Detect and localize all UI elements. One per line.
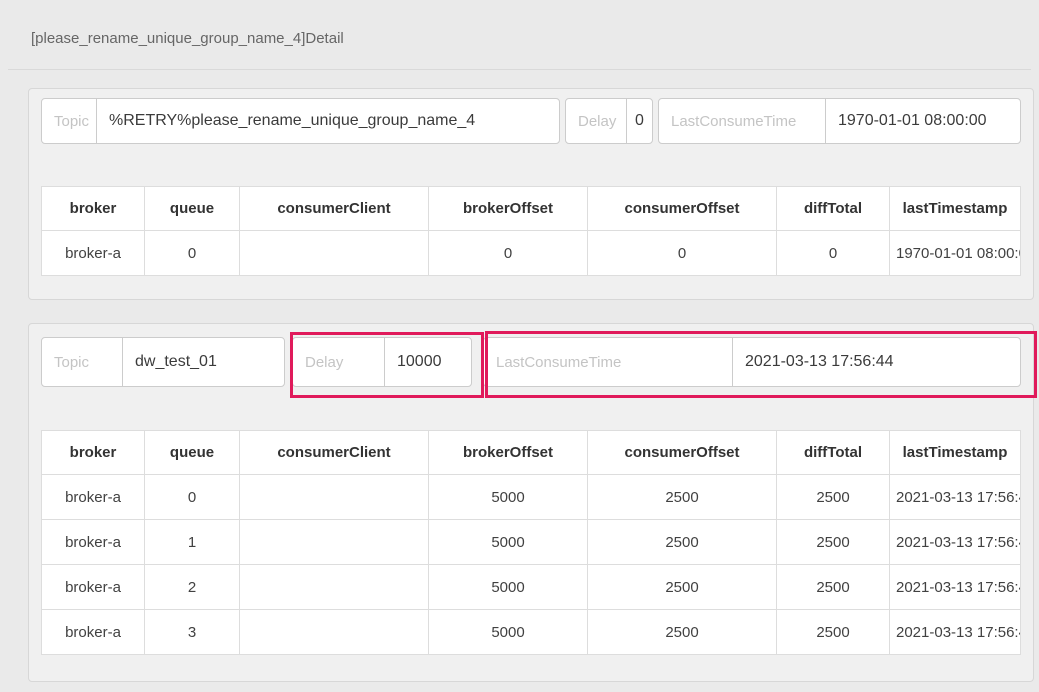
- column-header-diffTotal: diffTotal: [777, 187, 890, 231]
- table-cell: [240, 475, 429, 520]
- table-cell: 2500: [588, 475, 777, 520]
- title-divider: [8, 69, 1031, 70]
- topic-value: dw_test_01: [122, 337, 285, 387]
- topic-fields-row: Topic dw_test_01 Delay 10000 LastConsume…: [41, 337, 1021, 387]
- last-consume-time-field: LastConsumeTime 1970-01-01 08:00:00: [653, 98, 1021, 144]
- table-cell: 0: [145, 231, 240, 276]
- delay-value: 10000: [384, 337, 472, 387]
- table-row: broker-a00001970-01-01 08:00:00: [42, 231, 1021, 276]
- delay-value: 0: [626, 98, 653, 144]
- table-cell: 2021-03-13 17:56:44: [890, 565, 1021, 610]
- table-cell: 5000: [429, 610, 588, 655]
- table-cell: 2500: [588, 610, 777, 655]
- column-header-queue: queue: [145, 431, 240, 475]
- table-cell: 2021-03-13 17:56:44: [890, 475, 1021, 520]
- delay-field: Delay 0: [560, 98, 653, 144]
- table-cell: [240, 231, 429, 276]
- table-cell: broker-a: [42, 520, 145, 565]
- column-header-lastTimestamp: lastTimestamp: [890, 431, 1021, 475]
- topic-label: Topic: [41, 337, 123, 387]
- delay-field: Delay 10000: [285, 337, 472, 387]
- delay-label: Delay: [565, 98, 627, 144]
- table-cell: 1: [145, 520, 240, 565]
- column-header-consumerClient: consumerClient: [240, 187, 429, 231]
- column-header-lastTimestamp: lastTimestamp: [890, 187, 1021, 231]
- table-cell: 2500: [777, 520, 890, 565]
- column-header-consumerOffset: consumerOffset: [588, 431, 777, 475]
- table-cell: broker-a: [42, 231, 145, 276]
- retry-topic-panel: Topic %RETRY%please_rename_unique_group_…: [28, 88, 1034, 300]
- table-cell: 2: [145, 565, 240, 610]
- table-header-row: brokerqueueconsumerClientbrokerOffsetcon…: [42, 431, 1021, 475]
- table-cell: 5000: [429, 475, 588, 520]
- delay-label: Delay: [292, 337, 385, 387]
- column-header-broker: broker: [42, 431, 145, 475]
- page-title: [please_rename_unique_group_name_4]Detai…: [31, 30, 344, 47]
- last-consume-time-label: LastConsumeTime: [483, 337, 733, 387]
- table-cell: 2500: [777, 475, 890, 520]
- table-cell: 2021-03-13 17:56:44: [890, 520, 1021, 565]
- table-cell: 0: [777, 231, 890, 276]
- table-row: broker-a15000250025002021-03-13 17:56:44: [42, 520, 1021, 565]
- table-cell: 2500: [588, 520, 777, 565]
- table-header-row: brokerqueueconsumerClientbrokerOffsetcon…: [42, 187, 1021, 231]
- table-row: broker-a35000250025002021-03-13 17:56:44: [42, 610, 1021, 655]
- column-header-queue: queue: [145, 187, 240, 231]
- table-cell: broker-a: [42, 565, 145, 610]
- table-cell: 2021-03-13 17:56:44: [890, 610, 1021, 655]
- table-cell: 0: [429, 231, 588, 276]
- dw-test-topic-panel: Topic dw_test_01 Delay 10000 LastConsume…: [28, 323, 1034, 682]
- table-cell: 0: [588, 231, 777, 276]
- table-row: broker-a25000250025002021-03-13 17:56:44: [42, 565, 1021, 610]
- column-header-consumerOffset: consumerOffset: [588, 187, 777, 231]
- table-cell: 5000: [429, 565, 588, 610]
- table-row: broker-a05000250025002021-03-13 17:56:44: [42, 475, 1021, 520]
- table-cell: [240, 610, 429, 655]
- consumer-group-detail-page: [please_rename_unique_group_name_4]Detai…: [0, 0, 1039, 692]
- table-cell: 2500: [777, 565, 890, 610]
- topic-field: Topic dw_test_01: [41, 337, 285, 387]
- table-cell: [240, 565, 429, 610]
- column-header-brokerOffset: brokerOffset: [429, 431, 588, 475]
- table-cell: 1970-01-01 08:00:00: [890, 231, 1021, 276]
- last-consume-time-label: LastConsumeTime: [658, 98, 826, 144]
- consume-detail-table: brokerqueueconsumerClientbrokerOffsetcon…: [41, 186, 1021, 276]
- topic-field: Topic %RETRY%please_rename_unique_group_…: [41, 98, 560, 144]
- column-header-consumerClient: consumerClient: [240, 431, 429, 475]
- column-header-broker: broker: [42, 187, 145, 231]
- table-cell: 2500: [588, 565, 777, 610]
- table-cell: 2500: [777, 610, 890, 655]
- last-consume-time-field: LastConsumeTime 2021-03-13 17:56:44: [472, 337, 1021, 387]
- topic-value: %RETRY%please_rename_unique_group_name_4: [96, 98, 560, 144]
- last-consume-time-value: 1970-01-01 08:00:00: [825, 98, 1021, 144]
- column-header-brokerOffset: brokerOffset: [429, 187, 588, 231]
- table-cell: 3: [145, 610, 240, 655]
- topic-label: Topic: [41, 98, 97, 144]
- column-header-diffTotal: diffTotal: [777, 431, 890, 475]
- topic-fields-row: Topic %RETRY%please_rename_unique_group_…: [41, 98, 1021, 144]
- table-cell: broker-a: [42, 475, 145, 520]
- table-cell: [240, 520, 429, 565]
- table-cell: 0: [145, 475, 240, 520]
- table-cell: broker-a: [42, 610, 145, 655]
- table-cell: 5000: [429, 520, 588, 565]
- last-consume-time-value: 2021-03-13 17:56:44: [732, 337, 1021, 387]
- consume-detail-table: brokerqueueconsumerClientbrokerOffsetcon…: [41, 430, 1021, 655]
